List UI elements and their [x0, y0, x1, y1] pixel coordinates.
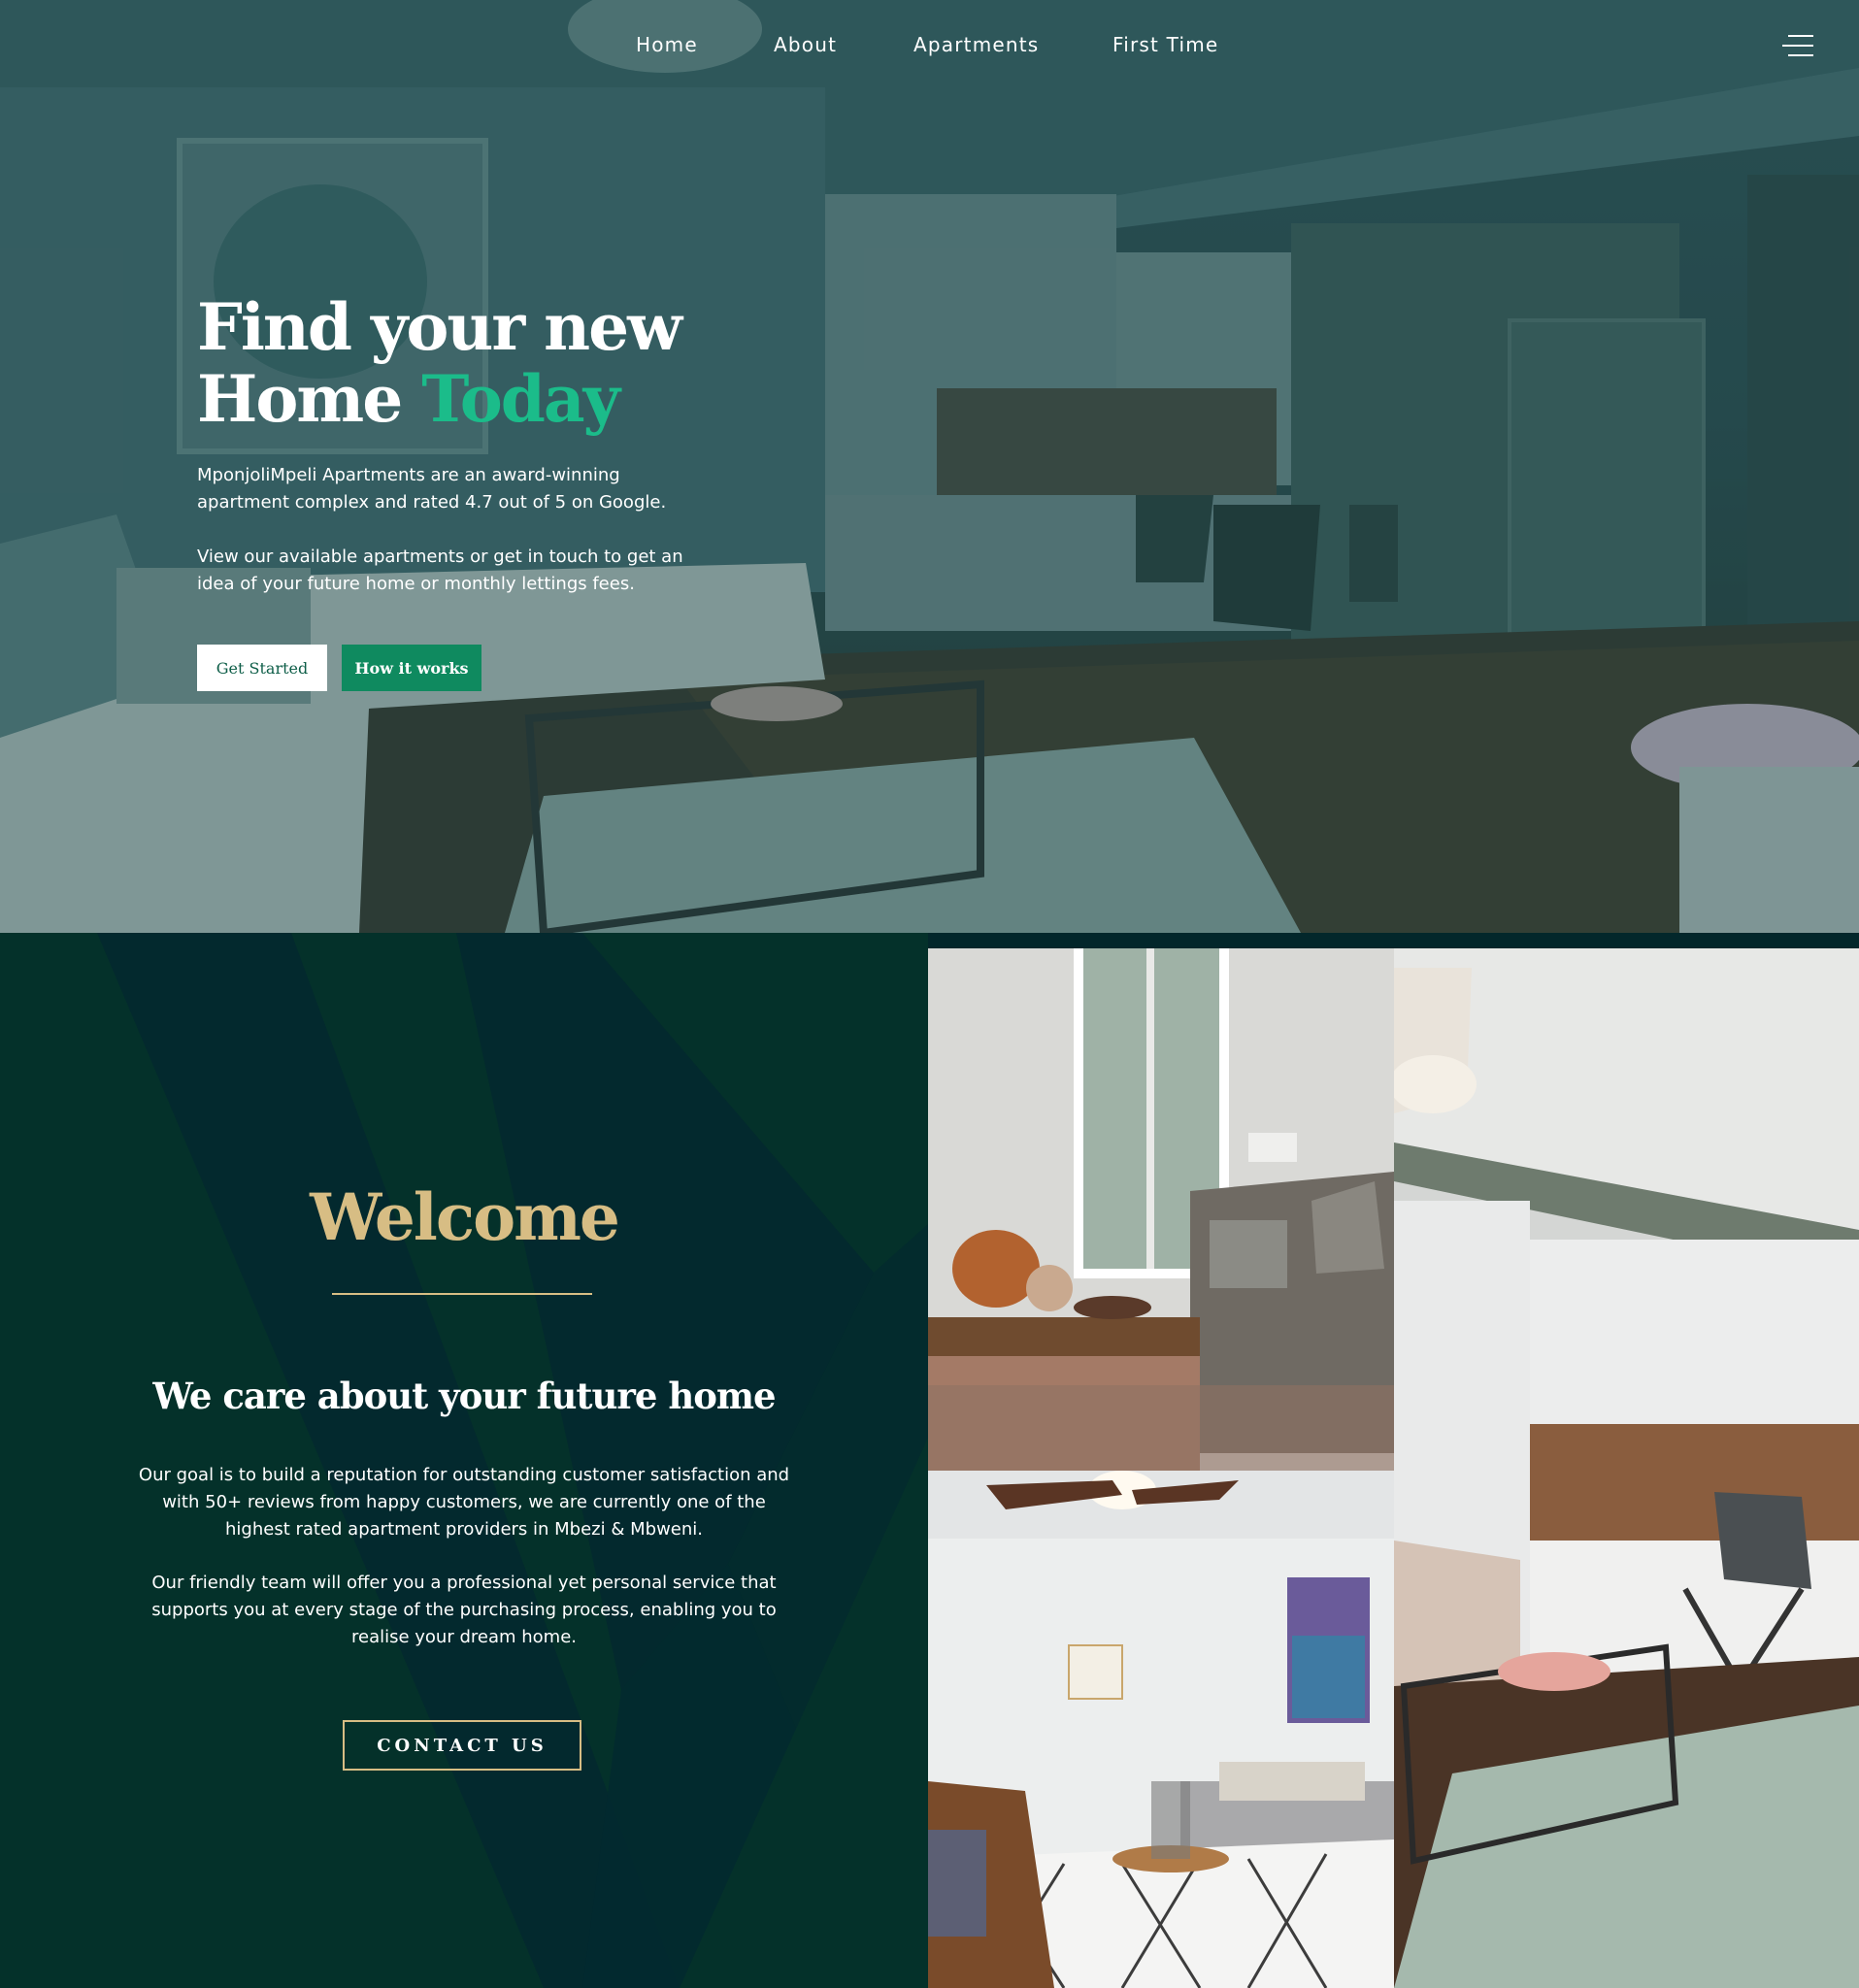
- gallery-photo-lounge: [928, 1471, 1394, 1988]
- decorative-w-background: [97, 933, 928, 1988]
- nav-apartments[interactable]: Apartments: [913, 33, 1039, 56]
- gallery-photo-living-room: [928, 948, 1394, 1471]
- gallery-photo-kitchen: [1394, 948, 1859, 1988]
- hamburger-menu-icon[interactable]: [1782, 33, 1813, 58]
- main-nav: Home About Apartments First Time: [0, 0, 1859, 92]
- nav-first-time[interactable]: First Time: [1112, 33, 1218, 56]
- how-it-works-button[interactable]: How it works: [342, 645, 481, 691]
- welcome-paragraph-team: Our friendly team will offer you a profe…: [151, 1573, 777, 1647]
- welcome-divider: [332, 1293, 592, 1295]
- hero-section: Home About Apartments First Time Find yo…: [0, 0, 1859, 933]
- welcome-section: [0, 933, 928, 1988]
- welcome-title: Welcome: [310, 1179, 620, 1255]
- hero-title: Find your new Home Today: [197, 289, 682, 437]
- get-started-button[interactable]: Get Started: [197, 645, 327, 691]
- hero-paragraph-rating: MponjoliMpeli Apartments are an award-wi…: [197, 465, 667, 513]
- hero-paragraph-cta: View our available apartments or get in …: [197, 547, 683, 594]
- hero-title-line2: Home: [197, 361, 403, 437]
- nav-about[interactable]: About: [774, 33, 837, 56]
- hero-title-line1: Find your new: [197, 289, 682, 365]
- contact-us-button[interactable]: CONTACT US: [343, 1720, 581, 1771]
- hero-title-accent: Today: [421, 361, 620, 437]
- welcome-paragraph-goal: Our goal is to build a reputation for ou…: [138, 1465, 790, 1540]
- welcome-subtitle: We care about your future home: [152, 1375, 776, 1417]
- nav-home[interactable]: Home: [636, 33, 698, 56]
